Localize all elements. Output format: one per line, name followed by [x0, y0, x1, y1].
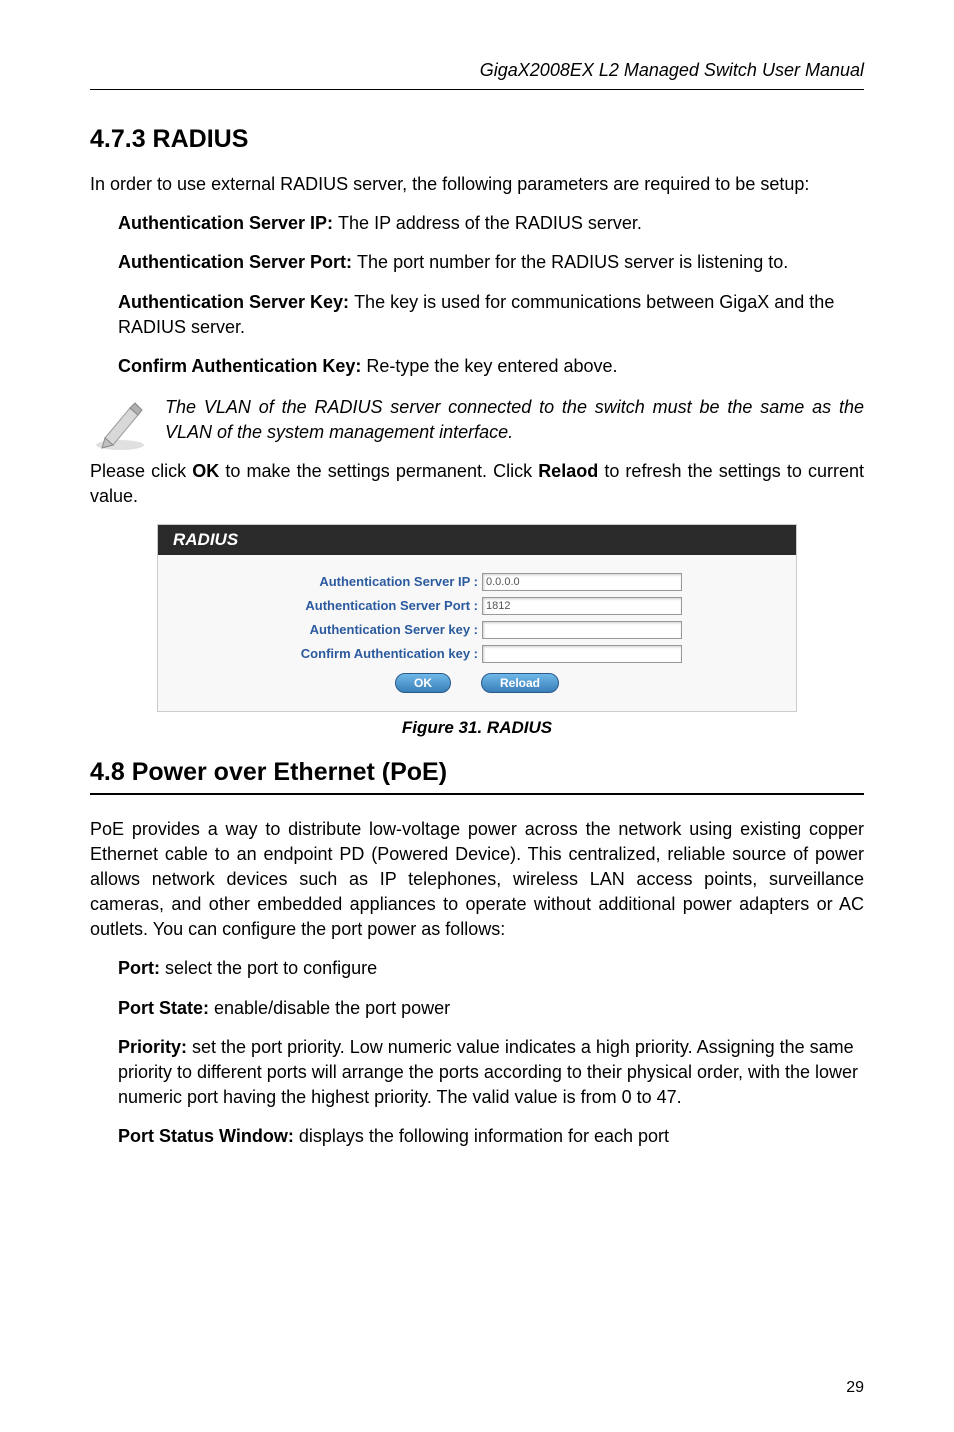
pencil-icon [90, 393, 150, 453]
radius-key-label: Authentication Server key : [272, 622, 482, 637]
poe-item-2: Port State: enable/disable the port powe… [90, 996, 864, 1021]
radius-port-label: Authentication Server Port : [272, 598, 482, 613]
auth-server-ip-label: Authentication Server IP: [118, 213, 338, 233]
port-status-window-label: Port Status Window: [118, 1126, 299, 1146]
radius-port-input[interactable] [482, 597, 682, 615]
radius-row-key: Authentication Server key : [218, 621, 736, 639]
confirm-auth-key-label: Confirm Authentication Key: [118, 356, 366, 376]
priority-label: Priority: [118, 1037, 192, 1057]
radius-panel-body: Authentication Server IP : Authenticatio… [158, 555, 796, 711]
radius-row-ip: Authentication Server IP : [218, 573, 736, 591]
auth-server-port-label: Authentication Server Port: [118, 252, 357, 272]
radius-item-3: Authentication Server Key: The key is us… [90, 290, 864, 340]
port-label: Port: [118, 958, 165, 978]
header-title: GigaX2008EX L2 Managed Switch User Manua… [90, 60, 864, 90]
auth-server-ip-text: The IP address of the RADIUS server. [338, 213, 642, 233]
confirm-auth-key-text: Re-type the key entered above. [366, 356, 617, 376]
port-status-window-text: displays the following information for e… [299, 1126, 669, 1146]
radius-item-1: Authentication Server IP: The IP address… [90, 211, 864, 236]
priority-text: set the port priority. Low numeric value… [118, 1037, 858, 1107]
poe-intro: PoE provides a way to distribute low-vol… [90, 817, 864, 943]
para2-mid: to make the settings permanent. Click [219, 461, 538, 481]
figure-caption: Figure 31. RADIUS [90, 718, 864, 738]
poe-item-3: Priority: set the port priority. Low num… [90, 1035, 864, 1111]
radius-confirm-input[interactable] [482, 645, 682, 663]
note-block: The VLAN of the RADIUS server connected … [90, 393, 864, 453]
reload-button[interactable]: Reload [481, 673, 559, 693]
note-text: The VLAN of the RADIUS server connected … [165, 393, 864, 445]
port-text: select the port to configure [165, 958, 377, 978]
auth-server-key-label: Authentication Server Key: [118, 292, 354, 312]
ok-button[interactable]: OK [395, 673, 451, 693]
radius-ip-label: Authentication Server IP : [272, 574, 482, 589]
section-radius-heading: 4.7.3 RADIUS [90, 125, 864, 154]
auth-server-port-text: The port number for the RADIUS server is… [357, 252, 788, 272]
poe-item-1: Port: select the port to configure [90, 956, 864, 981]
radius-paragraph-2: Please click OK to make the settings per… [90, 459, 864, 509]
radius-panel: RADIUS Authentication Server IP : Authen… [157, 524, 797, 712]
radius-ip-input[interactable] [482, 573, 682, 591]
radius-row-confirm: Confirm Authentication key : [218, 645, 736, 663]
radius-buttons: OK Reload [218, 673, 736, 693]
radius-row-port: Authentication Server Port : [218, 597, 736, 615]
port-state-text: enable/disable the port power [214, 998, 450, 1018]
radius-confirm-label: Confirm Authentication key : [272, 646, 482, 661]
port-state-label: Port State: [118, 998, 214, 1018]
para2-reload: Relaod [538, 461, 598, 481]
radius-item-2: Authentication Server Port: The port num… [90, 250, 864, 275]
radius-item-4: Confirm Authentication Key: Re-type the … [90, 354, 864, 379]
page-number: 29 [846, 1379, 864, 1397]
para2-ok: OK [192, 461, 219, 481]
poe-item-4: Port Status Window: displays the followi… [90, 1124, 864, 1149]
para2-pre: Please click [90, 461, 192, 481]
radius-key-input[interactable] [482, 621, 682, 639]
radius-intro: In order to use external RADIUS server, … [90, 172, 864, 197]
section-poe-heading: 4.8 Power over Ethernet (PoE) [90, 758, 864, 795]
radius-panel-title: RADIUS [158, 525, 796, 555]
